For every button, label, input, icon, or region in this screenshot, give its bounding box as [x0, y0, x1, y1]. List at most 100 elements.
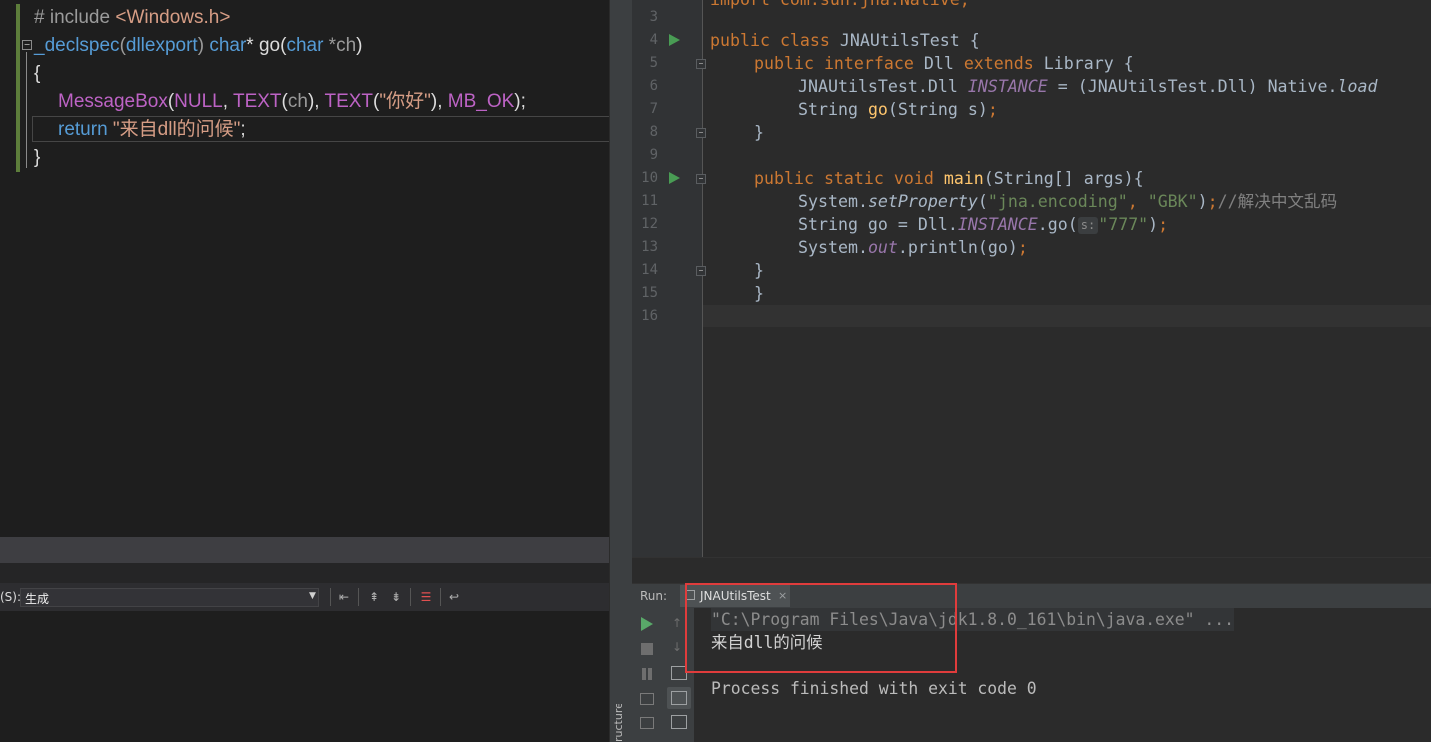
string-literal: "jna.encoding"	[987, 192, 1128, 211]
void-keyword: void	[893, 169, 944, 188]
clear-all-icon[interactable]: ☰	[418, 589, 434, 605]
scroll-to-end-icon[interactable]	[671, 691, 687, 705]
dump-threads-icon[interactable]	[640, 693, 654, 705]
code-token: ;	[987, 100, 998, 119]
highlight-annotation-box	[685, 583, 957, 673]
code-token: ,	[222, 91, 233, 112]
exit-icon[interactable]	[640, 717, 654, 729]
code-line-5: public interface Dll extends Library {	[754, 52, 1134, 75]
next-message-icon[interactable]: ⇟	[388, 589, 404, 605]
code-line-14: }	[754, 259, 764, 282]
preprocessor-directive: # include	[34, 7, 116, 28]
null-macro: NULL	[174, 91, 223, 112]
extends-keyword: extends	[963, 54, 1044, 73]
horizontal-scrollbar[interactable]	[0, 537, 609, 563]
line-number: 15	[641, 285, 658, 301]
public-keyword: public	[754, 169, 824, 188]
toolbar-separator	[330, 588, 331, 606]
dropdown-arrow-icon[interactable]: ▼	[309, 591, 316, 601]
line-number: 6	[649, 78, 658, 94]
output-source-dropdown[interactable]	[20, 588, 319, 607]
down-arrow-icon[interactable]: ↓	[672, 640, 682, 654]
code-line-12: String go = Dll.INSTANCE.go(s: "777");	[798, 213, 1168, 236]
rerun-icon[interactable]	[641, 617, 653, 631]
word-wrap-icon[interactable]: ↩	[446, 589, 462, 605]
toolbar-separator	[410, 588, 411, 606]
code-line-2-partial: import com.sun.jna.Native;	[710, 0, 970, 11]
run-label: Run:	[640, 589, 668, 603]
run-main-icon[interactable]	[669, 172, 680, 184]
parameter-list: (String[] args){	[983, 169, 1144, 188]
code-token: ;	[1207, 192, 1218, 211]
code-line-4: public class JNAUtilsTest {	[710, 29, 980, 52]
class-name: JNAUtilsTest {	[839, 31, 980, 50]
class-reference: System.	[798, 192, 868, 211]
include-header: <Windows.h>	[115, 7, 231, 28]
fold-marker-icon[interactable]	[696, 128, 706, 138]
code-line-2: _declspec(dllexport) char* go(char *ch)	[34, 32, 362, 60]
code-token: (	[977, 192, 988, 211]
panel-splitter[interactable]	[0, 563, 609, 583]
code-token: ),	[307, 91, 325, 112]
fold-marker-icon[interactable]	[696, 174, 706, 184]
code-token: )	[1148, 215, 1159, 234]
stop-icon[interactable]	[641, 643, 653, 655]
change-indicator-bar	[16, 4, 20, 172]
parameter: *ch	[323, 35, 357, 56]
char-keyword: char	[286, 35, 324, 56]
line-number: 12	[641, 216, 658, 232]
print-icon[interactable]	[671, 715, 687, 729]
type-name: JNAUtilsTest.Dll	[798, 77, 968, 96]
char-keyword: char	[209, 35, 247, 56]
goto-line-icon[interactable]: ⇤	[336, 589, 352, 605]
static-method: setProperty	[867, 192, 978, 211]
code-line-6: }	[34, 144, 40, 172]
cpp-code-editor[interactable]	[0, 0, 609, 535]
pause-icon[interactable]	[641, 668, 653, 680]
run-class-icon[interactable]	[669, 34, 680, 46]
output-source-value: 生成	[25, 592, 50, 606]
dllexport-keyword: dllexport	[125, 35, 198, 56]
method-call: .println(go)	[897, 238, 1018, 257]
code-token: String go = Dll.	[798, 215, 958, 234]
toolbar-separator	[358, 588, 359, 606]
parameter-list: (String s)	[887, 100, 988, 119]
code-token: {	[34, 63, 41, 84]
code-token: }	[34, 147, 41, 168]
code-line-8: }	[754, 121, 764, 144]
mbok-macro: MB_OK	[447, 91, 515, 112]
static-field: out	[867, 238, 898, 257]
code-line-3: {	[34, 60, 40, 88]
code-token: ),	[430, 91, 448, 112]
up-arrow-icon[interactable]: ↑	[672, 616, 682, 630]
tool-window-strip	[609, 0, 632, 742]
code-line-5: return "来自dll的问候";	[58, 116, 246, 144]
type-name: String	[798, 100, 868, 119]
interface-name: Dll	[923, 54, 964, 73]
code-line-11: System.setProperty("jna.encoding", "GBK"…	[798, 190, 1337, 213]
interface-keyword: interface	[823, 54, 924, 73]
line-number: 9	[649, 147, 658, 163]
code-token: ,	[1127, 192, 1148, 211]
string-literal: "777"	[1098, 215, 1149, 234]
previous-message-icon[interactable]: ⇞	[366, 589, 382, 605]
static-keyword: static	[823, 169, 894, 188]
method-name: go	[867, 100, 888, 119]
static-field: INSTANCE	[957, 215, 1038, 234]
toolbar-separator	[440, 588, 441, 606]
fold-marker-icon[interactable]	[696, 266, 706, 276]
public-keyword: public	[710, 31, 780, 50]
line-number: 3	[649, 9, 658, 25]
static-field: INSTANCE	[967, 77, 1048, 96]
output-window[interactable]	[0, 611, 609, 742]
output-source-label: (S):	[0, 590, 22, 604]
structure-tab[interactable]: ructure	[612, 704, 628, 742]
collapse-toggle-icon[interactable]: −	[22, 40, 32, 50]
line-number: 7	[649, 101, 658, 117]
string-literal: "来自dll的问候"	[107, 119, 241, 140]
code-line-13: System.out.println(go);	[798, 236, 1028, 259]
fold-marker-icon[interactable]	[696, 59, 706, 69]
superinterface: Library {	[1043, 54, 1134, 73]
code-token: ;	[240, 119, 246, 140]
text-macro: TEXT	[232, 91, 282, 112]
